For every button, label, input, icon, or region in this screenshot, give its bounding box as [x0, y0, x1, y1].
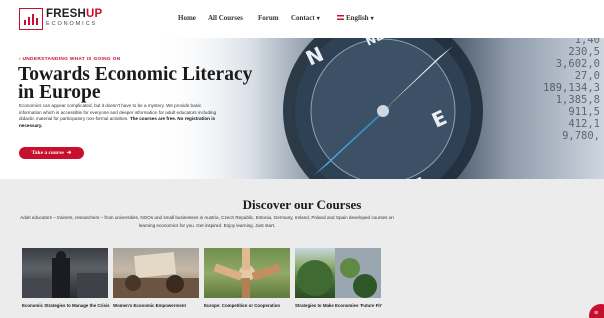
uk-flag-icon — [337, 15, 344, 20]
nav-all-courses[interactable]: All Courses — [208, 14, 243, 22]
language-selector[interactable]: English ▾ — [337, 14, 374, 22]
course-title-future-fit[interactable]: Strategies to Make Economies 'Future Fit… — [295, 302, 385, 309]
courses-title: Discover our Courses — [242, 197, 362, 212]
hero-eyebrow: › UNDERSTANDING WHAT IS GOING ON — [19, 57, 121, 62]
language-label: English — [346, 14, 369, 22]
chevron-down-icon: ▾ — [370, 16, 374, 22]
bg-number: 1,385,8 — [555, 94, 600, 106]
bg-number: 911,5 — [568, 106, 600, 118]
logo-name-part2: UP — [85, 8, 103, 20]
courses-description: Adult educators – trainers, researchers … — [20, 215, 394, 228]
bg-number: 189,134,3 — [543, 82, 600, 94]
chevron-down-icon: ▾ — [316, 16, 320, 22]
arrow-right-icon: ➔ — [66, 150, 72, 156]
course-title-crisis[interactable]: Economic Strategies to Manage the Crisis — [22, 302, 114, 309]
nav-contact[interactable]: Contact ▾ — [291, 14, 320, 22]
bg-number: 3,602,0 — [555, 58, 600, 70]
course-title-europe[interactable]: Europe: Competition or Cooperation — [204, 302, 296, 309]
logo[interactable]: FRESHUP ECONOMICS — [46, 8, 102, 28]
hero-description: Economics can appear complicated, but it… — [19, 103, 221, 129]
logo-bars-icon[interactable] — [19, 8, 43, 30]
take-a-course-button[interactable]: Take a course ➔ — [19, 147, 84, 159]
nav-forum[interactable]: Forum — [258, 14, 279, 22]
bg-number: 230,5 — [568, 46, 600, 58]
logo-subtitle: ECONOMICS — [46, 21, 98, 27]
course-image-future-fit[interactable] — [295, 248, 381, 298]
nav-contact-label: Contact — [291, 14, 315, 22]
bg-number: 1,40 — [574, 38, 600, 46]
bg-number: 27,0 — [574, 70, 600, 82]
course-image-europe[interactable] — [204, 248, 290, 298]
compass-image: N E SE NE — [283, 38, 483, 179]
site-header: FRESHUP ECONOMICS Home All Courses Forum… — [0, 0, 604, 38]
bg-number: 412,1 — [568, 118, 600, 130]
take-a-course-label: Take a course — [31, 150, 64, 156]
chat-icon: ≡ — [594, 310, 599, 317]
course-image-women[interactable] — [113, 248, 199, 298]
hero-title: Towards Economic Literacy in Europe — [18, 64, 253, 103]
course-image-crisis[interactable] — [22, 248, 108, 298]
logo-name-part1: FRESH — [46, 8, 86, 20]
bg-number: 9,780, — [562, 130, 600, 142]
hero-background-numbers: 1,40 230,5 3,602,0 27,0 189,134,3 1,385,… — [543, 38, 600, 142]
nav-home[interactable]: Home — [178, 14, 196, 22]
course-title-women[interactable]: Women's Economic Empowerment — [113, 302, 205, 309]
